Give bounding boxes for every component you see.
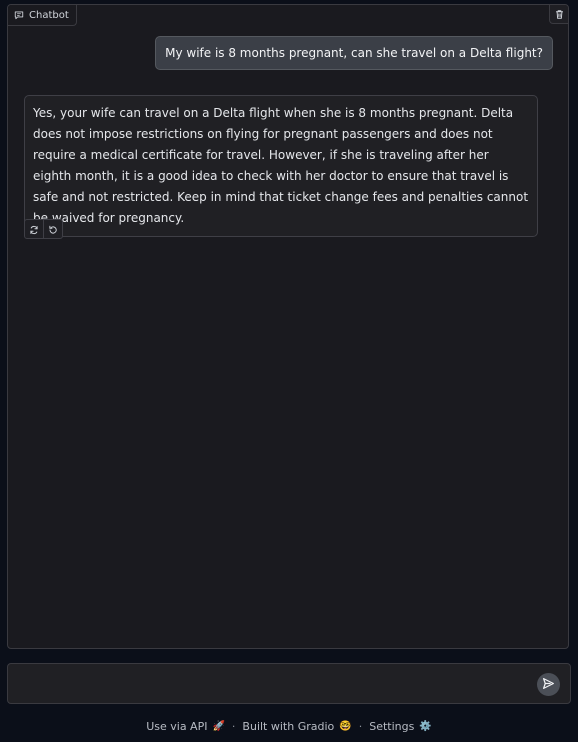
clear-button[interactable] (549, 5, 568, 24)
undo-button[interactable] (43, 220, 62, 238)
undo-icon (48, 220, 58, 238)
chatbot-label-text: Chatbot (29, 9, 69, 21)
gear-icon: ⚙️ (419, 720, 432, 732)
trash-icon (554, 5, 565, 24)
retry-button[interactable] (25, 220, 43, 238)
bot-message: Yes, your wife can travel on a Delta fli… (24, 95, 538, 237)
send-button[interactable] (537, 673, 560, 696)
footer: Use via API 🚀 · Built with Gradio 🤓 · Se… (0, 716, 578, 736)
user-message: My wife is 8 months pregnant, can she tr… (155, 36, 553, 70)
settings-label: Settings (369, 719, 415, 733)
built-with-gradio-link[interactable]: Built with Gradio 🤓 (242, 720, 351, 733)
message-input-box (7, 663, 571, 704)
message-input[interactable] (18, 672, 532, 698)
send-icon (542, 675, 555, 694)
chat-icon (14, 10, 24, 20)
chatbot-panel: Chatbot My wife is 8 months pregnant, ca… (7, 4, 569, 649)
settings-link[interactable]: Settings ⚙️ (369, 720, 432, 733)
rocket-icon: 🚀 (212, 720, 225, 732)
chatbot-label: Chatbot (8, 5, 77, 26)
gradio-logo-icon: 🤓 (339, 720, 352, 732)
retry-icon (29, 220, 39, 238)
message-actions (24, 219, 63, 239)
use-api-link[interactable]: Use via API 🚀 (146, 720, 225, 733)
built-with-gradio-label: Built with Gradio (242, 719, 335, 733)
use-api-label: Use via API (146, 719, 208, 733)
footer-separator: · (358, 719, 363, 733)
footer-separator: · (231, 719, 236, 733)
